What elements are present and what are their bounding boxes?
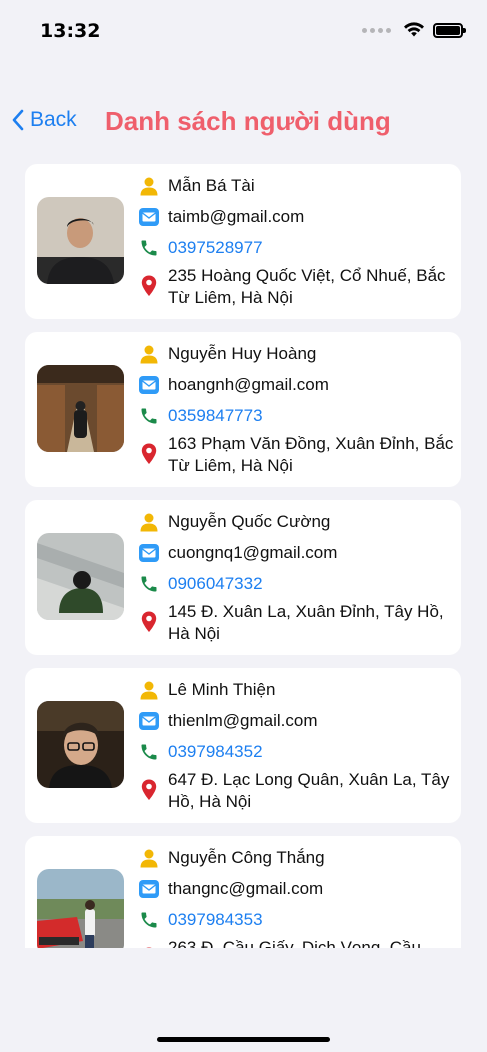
chevron-left-icon (12, 109, 24, 131)
user-info: Nguyễn Quốc Cường cuongnq1@gmail.com 090… (137, 506, 455, 645)
phone-icon (137, 910, 161, 930)
page-title: Danh sách người dùng (105, 106, 391, 136)
mail-icon (137, 375, 161, 394)
avatar (37, 533, 124, 620)
user-address: 647 Đ. Lạc Long Quân, Xuân La, Tây Hồ, H… (168, 770, 450, 811)
wifi-icon (404, 22, 424, 37)
user-name: Lê Minh Thiện (168, 679, 276, 699)
mail-icon (137, 543, 161, 562)
avatar (37, 701, 124, 788)
user-card[interactable]: Nguyễn Công Thắng thangnc@gmail.com 0397… (25, 836, 461, 948)
user-card[interactable]: Lê Minh Thiện thienlm@gmail.com 03979843… (25, 668, 461, 823)
email-row: hoangnh@gmail.com (137, 369, 455, 400)
phone-row: 0397528977 (137, 232, 455, 263)
battery-icon (433, 22, 466, 38)
user-name: Mẫn Bá Tài (168, 175, 255, 195)
person-icon (137, 344, 161, 364)
user-phone-link[interactable]: 0397984353 (168, 909, 263, 931)
status-icons (362, 22, 466, 38)
phone-icon (137, 574, 161, 594)
phone-row: 0359847773 (137, 400, 455, 431)
avatar (37, 365, 124, 452)
user-card[interactable]: Mẫn Bá Tài taimb@gmail.com 0397528977 23… (25, 164, 461, 319)
phone-icon (137, 742, 161, 762)
name-row: Lê Minh Thiện (137, 674, 455, 705)
user-card[interactable]: Nguyễn Huy Hoàng hoangnh@gmail.com 03598… (25, 332, 461, 487)
user-info: Nguyễn Công Thắng thangnc@gmail.com 0397… (137, 842, 455, 948)
back-label: Back (30, 108, 77, 131)
user-address: 263 Đ. Cầu Giấy, Dịch Vọng, Cầu Giấy, Hà… (168, 938, 421, 948)
email-row: taimb@gmail.com (137, 201, 455, 232)
phone-row: 0397984353 (137, 904, 455, 935)
email-row: cuongnq1@gmail.com (137, 537, 455, 568)
mail-icon (137, 879, 161, 898)
name-row: Nguyễn Quốc Cường (137, 506, 455, 537)
user-phone-link[interactable]: 0906047332 (168, 573, 263, 595)
address-row: 145 Đ. Xuân La, Xuân Đỉnh, Tây Hồ, Hà Nộ… (137, 599, 455, 645)
user-address: 145 Đ. Xuân La, Xuân Đỉnh, Tây Hồ, Hà Nộ… (168, 602, 444, 643)
email-row: thienlm@gmail.com (137, 705, 455, 736)
user-name: Nguyễn Quốc Cường (168, 511, 331, 531)
avatar (37, 869, 124, 948)
mail-icon (137, 207, 161, 226)
phone-icon (137, 238, 161, 258)
name-row: Mẫn Bá Tài (137, 170, 455, 201)
name-row: Nguyễn Huy Hoàng (137, 338, 455, 369)
user-phone-link[interactable]: 0359847773 (168, 405, 263, 427)
status-time: 13:32 (40, 20, 101, 42)
nav-bar: Back Danh sách người dùng (0, 100, 487, 146)
location-pin-icon (137, 947, 161, 948)
user-info: Lê Minh Thiện thienlm@gmail.com 03979843… (137, 674, 455, 813)
user-email: hoangnh@gmail.com (168, 374, 329, 394)
address-row: 263 Đ. Cầu Giấy, Dịch Vọng, Cầu Giấy, Hà… (137, 935, 455, 948)
user-name: Nguyễn Công Thắng (168, 847, 325, 867)
address-row: 235 Hoàng Quốc Việt, Cổ Nhuế, Bắc Từ Liê… (137, 263, 455, 309)
user-email: thienlm@gmail.com (168, 710, 318, 730)
user-phone-link[interactable]: 0397984352 (168, 741, 263, 763)
phone-row: 0906047332 (137, 568, 455, 599)
avatar (37, 197, 124, 284)
user-info: Mẫn Bá Tài taimb@gmail.com 0397528977 23… (137, 170, 455, 309)
name-row: Nguyễn Công Thắng (137, 842, 455, 873)
user-phone-link[interactable]: 0397528977 (168, 237, 263, 259)
home-indicator[interactable] (157, 1037, 330, 1042)
user-address: 163 Phạm Văn Đồng, Xuân Đỉnh, Bắc Từ Liê… (168, 434, 454, 475)
signal-dots-icon (362, 27, 391, 33)
user-name: Nguyễn Huy Hoàng (168, 343, 317, 363)
user-info: Nguyễn Huy Hoàng hoangnh@gmail.com 03598… (137, 338, 455, 477)
user-address: 235 Hoàng Quốc Việt, Cổ Nhuế, Bắc Từ Liê… (168, 266, 446, 307)
address-row: 647 Đ. Lạc Long Quân, Xuân La, Tây Hồ, H… (137, 767, 455, 813)
location-pin-icon (137, 275, 161, 297)
location-pin-icon (137, 611, 161, 633)
user-list[interactable]: Mẫn Bá Tài taimb@gmail.com 0397528977 23… (25, 164, 461, 948)
user-card[interactable]: Nguyễn Quốc Cường cuongnq1@gmail.com 090… (25, 500, 461, 655)
user-email: taimb@gmail.com (168, 206, 305, 226)
email-row: thangnc@gmail.com (137, 873, 455, 904)
user-email: thangnc@gmail.com (168, 878, 324, 898)
location-pin-icon (137, 779, 161, 801)
person-icon (137, 848, 161, 868)
mail-icon (137, 711, 161, 730)
person-icon (137, 680, 161, 700)
person-icon (137, 512, 161, 532)
back-button[interactable]: Back (12, 108, 77, 132)
status-bar: 13:32 (0, 0, 487, 60)
address-row: 163 Phạm Văn Đồng, Xuân Đỉnh, Bắc Từ Liê… (137, 431, 455, 477)
location-pin-icon (137, 443, 161, 465)
user-email: cuongnq1@gmail.com (168, 542, 338, 562)
phone-icon (137, 406, 161, 426)
phone-row: 0397984352 (137, 736, 455, 767)
person-icon (137, 176, 161, 196)
